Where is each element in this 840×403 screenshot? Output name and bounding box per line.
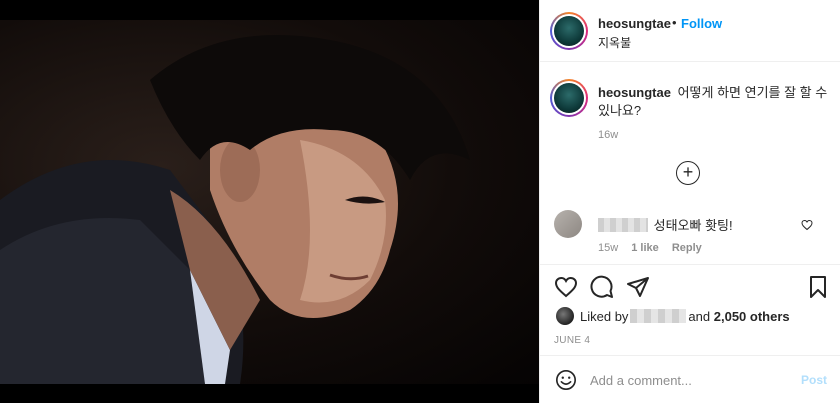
- separator-dot: •: [672, 15, 677, 30]
- heart-icon[interactable]: [801, 219, 813, 231]
- comment-icon[interactable]: [590, 275, 614, 299]
- heart-icon[interactable]: [554, 275, 578, 299]
- commenter-username-blurred[interactable]: [598, 218, 648, 232]
- comment-composer: Post: [540, 356, 840, 403]
- comment-timestamp[interactable]: 15w: [598, 242, 618, 254]
- caption-avatar[interactable]: [550, 79, 588, 117]
- comment-likes[interactable]: 1 like: [631, 242, 659, 254]
- post-actions: Liked by and 2,050 others JUNE 4: [540, 264, 840, 356]
- liker-username-blurred[interactable]: [630, 309, 687, 323]
- likes-count[interactable]: 2,050 others: [714, 309, 790, 324]
- likes-summary: Liked by and 2,050 others: [580, 309, 790, 324]
- share-icon[interactable]: [626, 275, 650, 299]
- comment-text: 성태오빠 홧팅!: [653, 218, 733, 233]
- comment-item: 성태오빠 홧팅!: [598, 215, 798, 234]
- likes-join: and: [688, 309, 711, 324]
- author-avatar[interactable]: [550, 12, 588, 50]
- comment-meta: 15w 1 like Reply: [598, 242, 712, 254]
- load-more-comments-button[interactable]: +: [676, 161, 700, 185]
- portrait-illustration: [0, 35, 470, 384]
- liker-avatar[interactable]: [556, 307, 574, 325]
- caption-username[interactable]: heosungtae: [598, 85, 671, 100]
- caption-timestamp[interactable]: 16w: [598, 129, 618, 141]
- likes-prefix: Liked by: [580, 309, 629, 324]
- comment-reply-button[interactable]: Reply: [672, 242, 702, 254]
- photo-letterbox-top: [0, 0, 539, 20]
- emoji-icon[interactable]: [555, 369, 577, 391]
- post-comment-button[interactable]: Post: [801, 373, 827, 387]
- commenter-avatar[interactable]: [554, 210, 582, 238]
- post-caption: heosungtae 어떻게 하면 연기를 잘 할 수 있나요?: [598, 84, 830, 120]
- post-location[interactable]: 지옥불: [598, 34, 631, 51]
- author-username[interactable]: heosungtae: [598, 16, 671, 31]
- photo-image: [0, 20, 539, 384]
- post-photo[interactable]: [0, 0, 539, 403]
- bookmark-icon[interactable]: [806, 275, 830, 299]
- follow-button[interactable]: Follow: [681, 16, 722, 31]
- comment-input[interactable]: [590, 370, 790, 390]
- post-date[interactable]: JUNE 4: [554, 335, 590, 346]
- photo-letterbox-bottom: [0, 384, 539, 403]
- post-header: heosungtae • Follow 지옥불: [540, 0, 840, 62]
- post-side-panel: heosungtae • Follow 지옥불 heosungtae 어떻게 하…: [539, 0, 840, 403]
- plus-circle-icon: +: [682, 162, 694, 182]
